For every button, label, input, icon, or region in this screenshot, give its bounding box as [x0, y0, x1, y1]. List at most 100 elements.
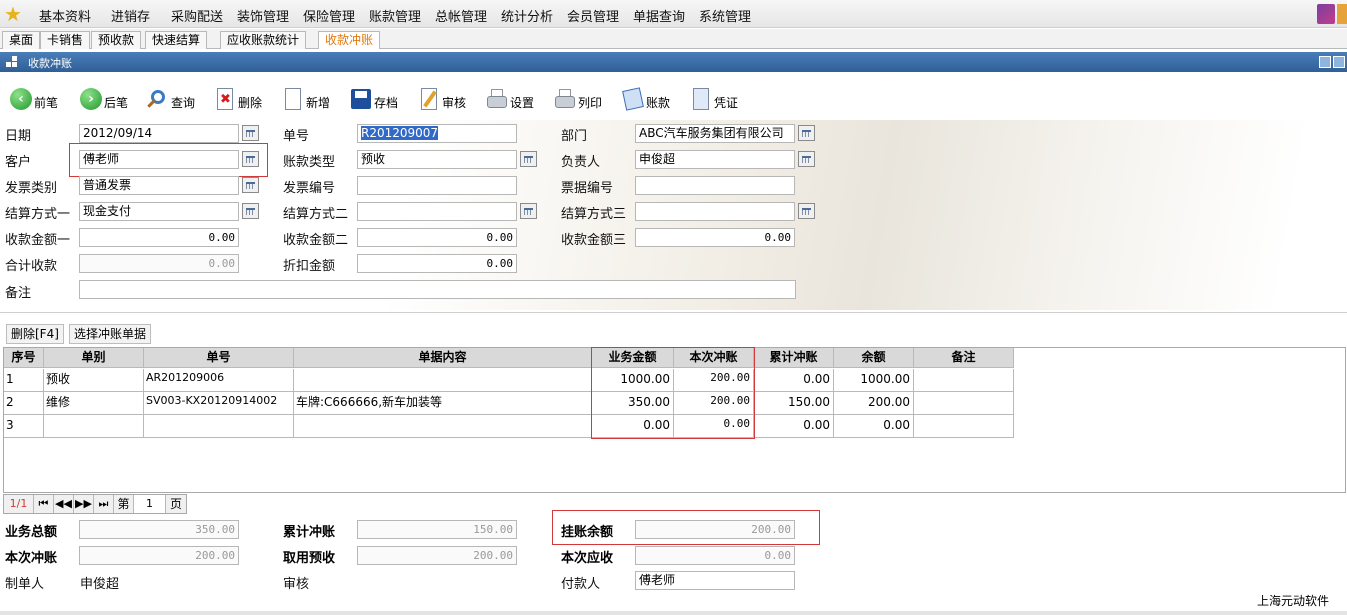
table-cell[interactable]: 1 — [4, 369, 44, 392]
maximize-button[interactable] — [1333, 56, 1345, 68]
col-header-balance[interactable]: 余额 — [834, 348, 914, 368]
col-header-content[interactable]: 单据内容 — [294, 348, 592, 368]
table-cell[interactable]: 0.00 — [834, 415, 914, 438]
invoice-no-field[interactable] — [357, 176, 517, 195]
settle1-field[interactable]: 现金支付 — [79, 202, 239, 221]
note-label: 备注 — [5, 286, 32, 301]
note-field[interactable] — [79, 280, 796, 299]
manager-field[interactable]: 申俊超 — [635, 150, 795, 169]
tab-receipt-offset[interactable]: 收款冲账 — [318, 31, 381, 49]
tab-card-sales[interactable]: 卡销售 — [40, 31, 91, 49]
settle2-field[interactable] — [357, 202, 517, 221]
menu-insurance[interactable]: 保险管理 — [303, 6, 355, 25]
settle3-lookup-icon[interactable] — [798, 203, 815, 219]
prev-page-icon[interactable]: ◀◀ — [54, 495, 74, 513]
table-cell[interactable]: 1000.00 — [834, 369, 914, 392]
discount-field[interactable]: 0.00 — [357, 254, 517, 273]
table-cell[interactable]: 2 — [4, 392, 44, 415]
tab-receivable-stats[interactable]: 应收账款统计 — [220, 31, 307, 49]
acct-type-field[interactable]: 预收 — [357, 150, 517, 169]
table-cell[interactable] — [914, 415, 1014, 438]
audit-button[interactable]: 审核 — [418, 82, 466, 112]
table-cell[interactable]: 3 — [4, 415, 44, 438]
this-offset-field: 200.00 — [79, 546, 239, 565]
next-page-icon[interactable]: ▶▶ — [74, 495, 94, 513]
menu-decoration[interactable]: 装饰管理 — [237, 6, 289, 25]
menu-statistics[interactable]: 统计分析 — [501, 6, 553, 25]
menu-purchase[interactable]: 采购配送 — [171, 6, 223, 25]
tab-desktop[interactable]: 桌面 — [2, 31, 41, 49]
dept-lookup-icon[interactable] — [798, 125, 815, 141]
menu-ledger[interactable]: 总帐管理 — [435, 6, 487, 25]
table-cell[interactable] — [914, 369, 1014, 392]
amount3-field[interactable]: 0.00 — [635, 228, 795, 247]
table-cell[interactable] — [144, 415, 294, 438]
col-header-note[interactable]: 备注 — [914, 348, 1014, 368]
first-page-icon[interactable]: ⏮ — [34, 495, 54, 513]
amount2-field[interactable]: 0.00 — [357, 228, 517, 247]
tab-quick-settle[interactable]: 快速结算 — [145, 31, 208, 49]
col-header-type[interactable]: 单别 — [44, 348, 144, 368]
query-button[interactable]: 查询 — [147, 82, 195, 112]
table-cell[interactable] — [44, 415, 144, 438]
voucher-button[interactable]: 凭证 — [690, 82, 738, 112]
settings-button[interactable]: 设置 — [486, 82, 534, 112]
amount2-label: 收款金额二 — [283, 233, 349, 248]
delete-button[interactable]: ✖ 删除 — [214, 82, 262, 112]
account-button[interactable]: 账款 — [622, 82, 670, 112]
bill-no-field[interactable] — [635, 176, 795, 195]
acct-type-lookup-icon[interactable] — [520, 151, 537, 167]
menu-inventory[interactable]: 进销存 — [111, 6, 150, 25]
table-cell[interactable]: 预收 — [44, 369, 144, 392]
table-cell[interactable]: 维修 — [44, 392, 144, 415]
delete-row-button[interactable]: 删除[F4] — [6, 324, 64, 344]
menu-members[interactable]: 会员管理 — [567, 6, 619, 25]
calendar-icon[interactable] — [242, 125, 259, 141]
printer-settings-icon — [486, 88, 508, 112]
minimize-button[interactable] — [1319, 56, 1331, 68]
settle3-field[interactable] — [635, 202, 795, 221]
table-cell[interactable] — [294, 369, 592, 392]
doc-no-field[interactable]: R201209007 — [357, 124, 517, 143]
settle2-lookup-icon[interactable] — [520, 203, 537, 219]
select-offset-docs-button[interactable]: 选择冲账单据 — [69, 324, 152, 344]
prepay-used-label: 取用预收 — [283, 551, 336, 566]
new-button[interactable]: 新增 — [282, 82, 330, 112]
prev-button[interactable]: ‹ 前笔 — [10, 82, 58, 112]
tab-prepayment[interactable]: 预收款 — [91, 31, 142, 49]
table-cell[interactable]: AR201209006 — [144, 369, 294, 392]
table-cell[interactable]: 0.00 — [754, 415, 834, 438]
next-button[interactable]: › 后笔 — [80, 82, 128, 112]
save-button[interactable]: 存档 — [350, 82, 398, 112]
manager-lookup-icon[interactable] — [798, 151, 815, 167]
col-header-doc-no[interactable]: 单号 — [144, 348, 294, 368]
menu-basic-data[interactable]: 基本资料 — [39, 6, 91, 25]
tab-bar: 桌面 卡销售 预收款 快速结算 应收账款统计 收款冲账 — [0, 29, 1347, 49]
print-button[interactable]: 列印 — [554, 82, 602, 112]
table-cell[interactable]: 车牌:C666666,新车加装等 — [294, 392, 592, 415]
menu-accounts[interactable]: 账款管理 — [369, 6, 421, 25]
table-cell[interactable]: 150.00 — [754, 392, 834, 415]
last-page-icon[interactable]: ⏭ — [94, 495, 114, 513]
table-cell[interactable] — [294, 415, 592, 438]
settle1-lookup-icon[interactable] — [242, 203, 259, 219]
help-icon[interactable] — [1337, 4, 1347, 24]
table-cell[interactable]: 200.00 — [834, 392, 914, 415]
dept-field[interactable]: ABC汽车服务集团有限公司 — [635, 124, 795, 143]
due-field: 0.00 — [635, 546, 795, 565]
book-icon[interactable] — [1317, 4, 1335, 24]
table-cell[interactable] — [914, 392, 1014, 415]
menu-system[interactable]: 系统管理 — [699, 6, 751, 25]
menu-documents[interactable]: 单据查询 — [633, 6, 685, 25]
date-field[interactable]: 2012/09/14 — [79, 124, 239, 143]
star-icon[interactable]: ★ — [4, 3, 28, 25]
table-cell[interactable]: 0.00 — [754, 369, 834, 392]
table-cell[interactable]: SV003-KX20120914002 — [144, 392, 294, 415]
col-header-cum-offset[interactable]: 累计冲账 — [754, 348, 834, 368]
payer-field[interactable]: 傅老师 — [635, 571, 795, 590]
invoice-type-lookup-icon[interactable] — [242, 177, 259, 193]
page-number-input[interactable]: 1 — [134, 495, 166, 513]
amount1-field[interactable]: 0.00 — [79, 228, 239, 247]
invoice-type-field[interactable]: 普通发票 — [79, 176, 239, 195]
col-header-seq[interactable]: 序号 — [4, 348, 44, 368]
